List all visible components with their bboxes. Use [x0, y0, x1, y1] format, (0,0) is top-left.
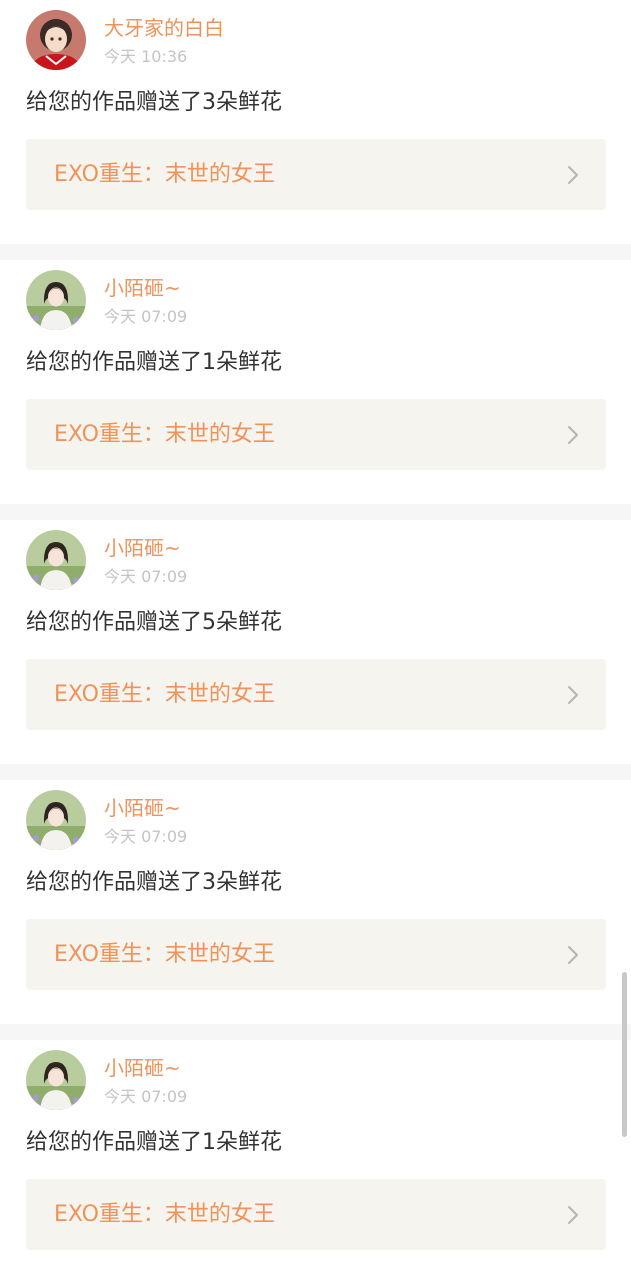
notification-card: 小陌砸~ 今天 07:09 给您的作品赠送了1朵鲜花 EXO重生：末世的女王 — [0, 1040, 631, 1280]
work-title: EXO重生：末世的女王 — [54, 1202, 275, 1227]
gift-message: 给您的作品赠送了3朵鲜花 — [26, 870, 282, 895]
chevron-right-icon — [568, 166, 578, 184]
work-title: EXO重生：末世的女王 — [54, 422, 275, 447]
notification-card: 小陌砸~ 今天 07:09 给您的作品赠送了5朵鲜花 EXO重生：末世的女王 — [0, 520, 631, 764]
girl-flowers-avatar-icon[interactable] — [26, 790, 86, 850]
notification-card: 大牙家的白白 今天 10:36 给您的作品赠送了3朵鲜花 EXO重生：末世的女王 — [0, 0, 631, 244]
username[interactable]: 大牙家的白白 — [104, 14, 224, 42]
username[interactable]: 小陌砸~ — [104, 794, 181, 822]
work-title: EXO重生：末世的女王 — [54, 942, 275, 967]
timestamp: 今天 07:09 — [104, 827, 188, 846]
username[interactable]: 小陌砸~ — [104, 534, 181, 562]
chevron-right-icon — [568, 1206, 578, 1224]
chevron-right-icon — [568, 946, 578, 964]
girl-flowers-avatar-icon[interactable] — [26, 270, 86, 330]
anime-boy-red-avatar-icon[interactable] — [26, 10, 86, 70]
username[interactable]: 小陌砸~ — [104, 274, 181, 302]
notification-card: 小陌砸~ 今天 07:09 给您的作品赠送了3朵鲜花 EXO重生：末世的女王 — [0, 780, 631, 1024]
gift-message: 给您的作品赠送了1朵鲜花 — [26, 350, 282, 375]
work-title: EXO重生：末世的女王 — [54, 682, 275, 707]
timestamp: 今天 07:09 — [104, 567, 188, 586]
notification-card: 小陌砸~ 今天 07:09 给您的作品赠送了1朵鲜花 EXO重生：末世的女王 — [0, 260, 631, 504]
timestamp: 今天 10:36 — [104, 47, 188, 66]
notification-feed: 大牙家的白白 今天 10:36 给您的作品赠送了3朵鲜花 EXO重生：末世的女王 — [0, 0, 631, 1280]
username[interactable]: 小陌砸~ — [104, 1054, 181, 1082]
timestamp: 今天 07:09 — [104, 1087, 188, 1106]
work-link-button[interactable]: EXO重生：末世的女王 — [26, 399, 606, 470]
timestamp: 今天 07:09 — [104, 307, 188, 326]
vertical-scrollbar[interactable] — [622, 972, 627, 1137]
chevron-right-icon — [568, 426, 578, 444]
work-link-button[interactable]: EXO重生：末世的女王 — [26, 659, 606, 730]
chevron-right-icon — [568, 686, 578, 704]
girl-flowers-avatar-icon[interactable] — [26, 1050, 86, 1110]
work-link-button[interactable]: EXO重生：末世的女王 — [26, 139, 606, 210]
girl-flowers-avatar-icon[interactable] — [26, 530, 86, 590]
gift-message: 给您的作品赠送了5朵鲜花 — [26, 610, 282, 635]
gift-message: 给您的作品赠送了1朵鲜花 — [26, 1130, 282, 1155]
work-link-button[interactable]: EXO重生：末世的女王 — [26, 919, 606, 990]
work-title: EXO重生：末世的女王 — [54, 162, 275, 187]
work-link-button[interactable]: EXO重生：末世的女王 — [26, 1179, 606, 1250]
gift-message: 给您的作品赠送了3朵鲜花 — [26, 90, 282, 115]
